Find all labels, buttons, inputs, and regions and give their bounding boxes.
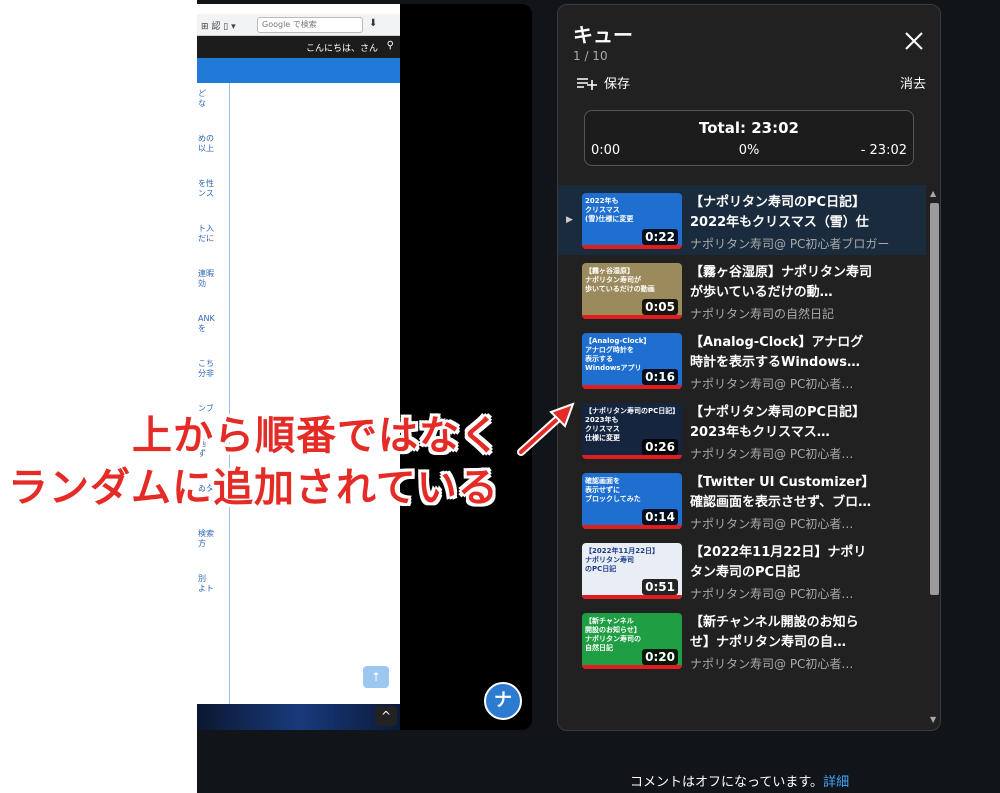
total-title: Total: 23:02 bbox=[699, 119, 799, 137]
scroll-up-icon[interactable]: ▲ bbox=[930, 189, 936, 198]
thumbnail-accent-bar bbox=[582, 245, 682, 249]
video-channel[interactable]: ナポリタン寿司@ PC初心者… bbox=[690, 375, 890, 392]
inner-search-box: Google で検索 bbox=[257, 17, 363, 33]
video-duration: 0:26 bbox=[642, 439, 678, 455]
inner-sidebar: ど なめの 以上 を性 ンス ト入 だに 連暇 効 ANK をこち 分非 ンブ画 ずゐタ … bbox=[197, 83, 230, 704]
thumbnail-text: 2022年も クリスマス (雪)仕様に変更 bbox=[585, 197, 634, 223]
chevron-up-icon[interactable]: ^ bbox=[375, 706, 397, 726]
inner-toolbar: ⊞ 認 ▯ ▾ Google で検索 ⬇ bbox=[197, 14, 400, 36]
queue-item[interactable]: 【2022年11月22日】 ナポリタン寿司 のPC日記 0:51 【2022年11月… bbox=[558, 535, 926, 605]
video-thumbnail[interactable]: 【霧ヶ谷湿原】 ナポリタン寿司が 歩いているだけの動画 0:05 bbox=[582, 263, 682, 319]
video-duration: 0:16 bbox=[642, 369, 678, 385]
video-thumbnail[interactable]: 【新チャンネル 開設のお知らせ】 ナポリタン寿司の 自然日記 0:20 bbox=[582, 613, 682, 669]
video-channel[interactable]: ナポリタン寿司@ PC初心者… bbox=[690, 445, 890, 462]
queue-list: ▶ 2022年も クリスマス (雪)仕様に変更 0:22 【ナポリタン寿司のPC日記】… bbox=[558, 185, 926, 725]
clear-button[interactable]: 消去 bbox=[900, 73, 926, 92]
video-duration: 0:20 bbox=[642, 649, 678, 665]
comments-off-text: コメントはオフになっています。 bbox=[630, 775, 824, 790]
inner-toolbar-icons: ⊞ 認 ▯ ▾ bbox=[201, 22, 236, 32]
video-title[interactable]: 【Twitter UI Customizer】確認画面を表示させず、ブロ… bbox=[690, 473, 876, 513]
thumbnail-text: 【Analog-Clock】 アナログ時計を 表示する Windowsアプリ bbox=[585, 337, 651, 372]
thumbnail-accent-bar bbox=[582, 665, 682, 669]
scrollbar-thumb[interactable] bbox=[930, 203, 939, 595]
video-duration: 0:22 bbox=[642, 229, 678, 245]
inner-sidebar-snippet: 連暇 効 bbox=[198, 269, 214, 288]
video-title[interactable]: 【ナポリタン寿司のPC日記】2023年もクリスマス… bbox=[690, 403, 876, 443]
video-channel[interactable]: ナポリタン寿司@ PC初心者… bbox=[690, 655, 890, 672]
back-to-top-icon: ↑ bbox=[363, 666, 389, 688]
video-title[interactable]: 【新チャンネル開設のお知らせ】ナポリタン寿司の自… bbox=[690, 613, 876, 653]
video-title[interactable]: 【2022年11月22日】ナポリタン寿司のPC日記 bbox=[690, 543, 876, 583]
inner-greeting: こんにちは、さん bbox=[305, 44, 378, 54]
thumbnail-text: 【霧ヶ谷湿原】 ナポリタン寿司が 歩いているだけの動画 bbox=[585, 267, 655, 293]
inner-sidebar-snippet: ト入 だに bbox=[198, 224, 214, 243]
video-duration: 0:05 bbox=[642, 299, 678, 315]
video-duration: 0:14 bbox=[642, 509, 678, 525]
video-thumbnail[interactable]: 【Analog-Clock】 アナログ時計を 表示する Windowsアプリ 0:… bbox=[582, 333, 682, 389]
video-channel[interactable]: ナポリタン寿司@ PC初心者… bbox=[690, 515, 890, 532]
video-title[interactable]: 【霧ヶ谷湿原】ナポリタン寿司が歩いているだけの動… bbox=[690, 263, 876, 303]
inner-sidebar-snippet: めの 以上 bbox=[198, 134, 214, 153]
queue-item[interactable]: 【ナポリタン寿司のPC日記】 2023年も クリスマス 仕様に変更 0:26 【ナポ… bbox=[558, 395, 926, 465]
thumbnail-accent-bar bbox=[582, 455, 682, 459]
video-thumbnail[interactable]: 2022年も クリスマス (雪)仕様に変更 0:22 bbox=[582, 193, 682, 249]
queue-panel: キュー 1 / 10 保存 消去 Total: 23:02 0:00 0% - … bbox=[557, 4, 941, 731]
video-title[interactable]: 【Analog-Clock】アナログ時計を表示するWindows… bbox=[690, 333, 876, 373]
video-thumbnail[interactable]: 【ナポリタン寿司のPC日記】 2023年も クリスマス 仕様に変更 0:26 bbox=[582, 403, 682, 459]
video-channel[interactable]: ナポリタン寿司の自然日記 bbox=[690, 305, 890, 322]
thumbnail-text: 【2022年11月22日】 ナポリタン寿司 のPC日記 bbox=[585, 547, 659, 573]
video-duration: 0:51 bbox=[642, 579, 678, 595]
total-time-box: Total: 23:02 0:00 0% - 23:02 bbox=[584, 110, 914, 166]
queue-item[interactable]: 【新チャンネル 開設のお知らせ】 ナポリタン寿司の 自然日記 0:20 【新チャンネ… bbox=[558, 605, 926, 675]
save-label: 保存 bbox=[604, 77, 631, 92]
page-left-background bbox=[0, 0, 197, 793]
thumbnail-accent-bar bbox=[582, 385, 682, 389]
video-frame-browser: ⊞ 認 ▯ ▾ Google で検索 ⬇ こんにちは、さん ⚲ ど なめの 以上… bbox=[197, 4, 400, 730]
remaining-time: - 23:02 bbox=[860, 143, 907, 158]
video-title[interactable]: 【ナポリタン寿司のPC日記】2022年もクリスマス（雪）仕様に変更 bbox=[690, 193, 876, 233]
thumbnail-accent-bar bbox=[582, 525, 682, 529]
save-button[interactable]: 保存 bbox=[576, 73, 630, 92]
queue-scrollbar[interactable]: ▲ ▼ bbox=[928, 185, 940, 730]
thumbnail-accent-bar bbox=[582, 315, 682, 319]
queue-title: キュー bbox=[573, 23, 633, 47]
annotation-line-1: 上から順番ではなく bbox=[132, 413, 501, 459]
inner-sidebar-snippet: ど な bbox=[198, 89, 206, 108]
inner-search-icon: ⚲ bbox=[386, 40, 394, 51]
queue-item[interactable]: 確認画面を 表示せずに ブロックしてみた 0:14 【Twitter UI Cust… bbox=[558, 465, 926, 535]
annotation-line-2: ランダムに追加されている bbox=[8, 465, 499, 511]
comments-more-link[interactable]: 詳細 bbox=[823, 775, 849, 790]
annotation-arrow-icon bbox=[517, 402, 575, 456]
thumbnail-text: 確認画面を 表示せずに ブロックしてみた bbox=[585, 477, 641, 503]
queue-item[interactable]: 【霧ヶ谷湿原】 ナポリタン寿司が 歩いているだけの動画 0:05 【霧ヶ谷湿原】ナポ… bbox=[558, 255, 926, 325]
inner-sidebar-snippet: ANK を bbox=[198, 314, 215, 333]
queue-item[interactable]: ▶ 2022年も クリスマス (雪)仕様に変更 0:22 【ナポリタン寿司のPC日記】… bbox=[558, 185, 926, 255]
inner-taskbar bbox=[197, 704, 400, 730]
inner-sidebar-snippet: 別 よト bbox=[198, 574, 214, 593]
video-channel[interactable]: ナポリタン寿司@ PC初心者… bbox=[690, 585, 890, 602]
comments-status: コメントはオフになっています。詳細 bbox=[630, 771, 849, 790]
channel-avatar[interactable]: ナ bbox=[484, 682, 522, 720]
queue-item[interactable]: 【Analog-Clock】 アナログ時計を 表示する Windowsアプリ 0:… bbox=[558, 325, 926, 395]
now-playing-icon: ▶ bbox=[566, 215, 573, 225]
inner-sidebar-snippet: を性 ンス bbox=[198, 179, 214, 198]
inner-blue-bar bbox=[197, 58, 400, 83]
thumbnail-accent-bar bbox=[582, 595, 682, 599]
inner-sidebar-snippet: 検索 方 bbox=[198, 529, 214, 548]
video-player[interactable]: ⊞ 認 ▯ ▾ Google で検索 ⬇ こんにちは、さん ⚲ ど なめの 以上… bbox=[197, 4, 532, 730]
video-channel[interactable]: ナポリタン寿司@ PC初心者ブロガー bbox=[690, 235, 890, 252]
download-icon: ⬇ bbox=[369, 18, 378, 29]
video-thumbnail[interactable]: 【2022年11月22日】 ナポリタン寿司 のPC日記 0:51 bbox=[582, 543, 682, 599]
scroll-down-icon[interactable]: ▼ bbox=[930, 715, 936, 724]
video-thumbnail[interactable]: 確認画面を 表示せずに ブロックしてみた 0:14 bbox=[582, 473, 682, 529]
close-icon[interactable] bbox=[900, 27, 928, 55]
thumbnail-text: 【ナポリタン寿司のPC日記】 2023年も クリスマス 仕様に変更 bbox=[585, 407, 680, 442]
inner-header: こんにちは、さん ⚲ bbox=[197, 36, 400, 58]
thumbnail-text: 【新チャンネル 開設のお知らせ】 ナポリタン寿司の 自然日記 bbox=[585, 617, 641, 652]
inner-sidebar-snippet: こち 分非 bbox=[198, 359, 214, 378]
queue-count: 1 / 10 bbox=[573, 49, 608, 63]
playlist-add-icon bbox=[577, 77, 597, 90]
